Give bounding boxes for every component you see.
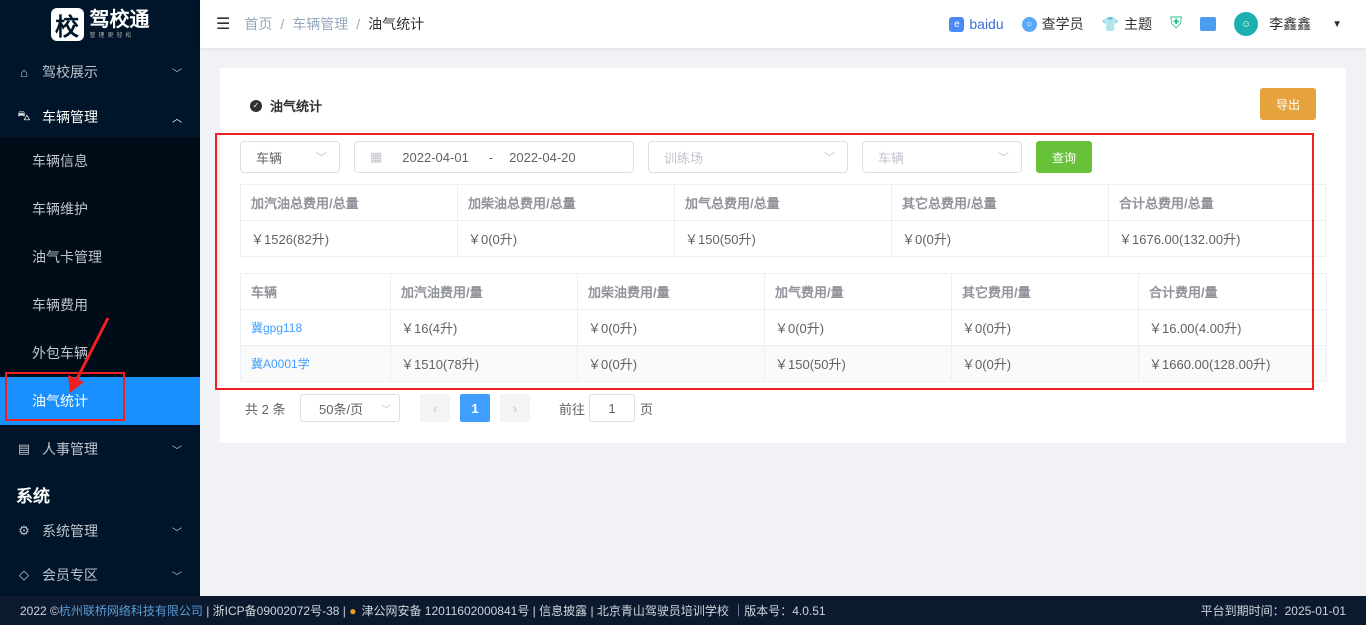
footer-info: 津公网安备 12011602000841号 | 信息披露 | 北京青山驾驶员培训… bbox=[361, 604, 826, 618]
shield-icon[interactable]: ⛨ bbox=[1170, 15, 1182, 33]
check-circle-icon: ✓ bbox=[250, 99, 262, 112]
id-card-icon: ▤ bbox=[17, 441, 31, 456]
goto-page-input[interactable]: 1 bbox=[589, 394, 635, 422]
dashboard-icon[interactable] bbox=[1200, 17, 1217, 31]
user-menu[interactable]: ☺ 李鑫鑫 ▼ bbox=[1234, 12, 1342, 36]
shirt-icon: 👕 bbox=[1101, 15, 1120, 32]
expire-date: 平台到期时间：2025-01-01 bbox=[1200, 604, 1346, 618]
diamond-icon: ◇ bbox=[19, 567, 29, 582]
search-student-label: 查学员 bbox=[1041, 16, 1084, 32]
user-name: 李鑫鑫 bbox=[1269, 16, 1312, 32]
breadcrumb-vehicle[interactable]: 车辆管理 bbox=[292, 14, 348, 34]
company-link[interactable]: 杭州联桥网络科技有限公司 bbox=[59, 602, 203, 619]
icp-link[interactable]: | 浙ICP备09002072号-38 | bbox=[203, 602, 349, 619]
menu-member[interactable]: ◇ 会员专区 ﹀ bbox=[0, 551, 200, 599]
goto-label: 前往 bbox=[559, 401, 586, 417]
footer: 2022 © 杭州联桥网络科技有限公司 | 浙ICP备09002072号-38 |… bbox=[0, 596, 1366, 625]
breadcrumb: 首页 / 车辆管理 / 油气统计 bbox=[244, 14, 425, 34]
menu-label: 会员专区 bbox=[42, 567, 98, 583]
card-title: 油气统计 bbox=[270, 99, 323, 114]
chevron-down-icon: ﹀ bbox=[381, 404, 391, 416]
gear-icon: ⚙ bbox=[18, 523, 30, 538]
chevron-down-icon: ﹀ bbox=[172, 527, 182, 539]
menu-system[interactable]: ⚙ 系统管理 ﹀ bbox=[0, 507, 200, 555]
baidu-link[interactable]: e baidu bbox=[949, 16, 1004, 32]
police-badge-icon: ● bbox=[349, 603, 357, 618]
breadcrumb-home[interactable]: 首页 bbox=[244, 14, 272, 34]
chevron-down-icon: ﹀ bbox=[172, 571, 182, 583]
page-unit-label: 页 bbox=[640, 401, 654, 417]
baidu-label: baidu bbox=[969, 16, 1004, 32]
theme-button[interactable]: 👕 主题 bbox=[1102, 14, 1152, 34]
page-1-button[interactable]: 1 bbox=[460, 394, 490, 422]
prev-page-button[interactable]: ‹ bbox=[420, 394, 450, 422]
chevron-down-icon: ﹀ bbox=[172, 445, 182, 457]
section-heading: 系统 bbox=[16, 487, 50, 506]
export-button[interactable]: 导出 bbox=[1260, 88, 1316, 120]
menu-label: 系统管理 bbox=[42, 523, 98, 539]
annotation-arrow bbox=[68, 317, 110, 393]
theme-label: 主题 bbox=[1124, 16, 1153, 32]
annotation-highlight bbox=[215, 133, 1314, 390]
collapse-menu-icon[interactable]: ☰ bbox=[216, 14, 230, 34]
top-header: ☰ 首页 / 车辆管理 / 油气统计 e baidu ○ 查学员 👕 主题 ⛨ ☺ 李鑫鑫 ▼ bbox=[200, 0, 1366, 48]
menu-hr[interactable]: ▤ 人事管理 ﹀ bbox=[0, 425, 200, 473]
page-size-select[interactable]: 50条/页 ﹀ bbox=[300, 394, 400, 422]
divider bbox=[220, 130, 1316, 131]
footer-year: 2022 © bbox=[20, 603, 59, 618]
ie-icon: e bbox=[949, 16, 965, 32]
next-page-button[interactable]: › bbox=[500, 394, 530, 422]
menu-label: 人事管理 bbox=[42, 441, 98, 457]
avatar: ☺ bbox=[1234, 12, 1259, 36]
breadcrumb-current: 油气统计 bbox=[368, 16, 425, 32]
search-student-button[interactable]: ○ 查学员 bbox=[1021, 14, 1084, 34]
pagination-total: 共 2 条 bbox=[245, 401, 286, 417]
caret-down-icon: ▼ bbox=[1332, 18, 1342, 30]
page-size-value: 50条/页 bbox=[319, 401, 364, 417]
search-icon: ○ bbox=[1021, 16, 1037, 32]
